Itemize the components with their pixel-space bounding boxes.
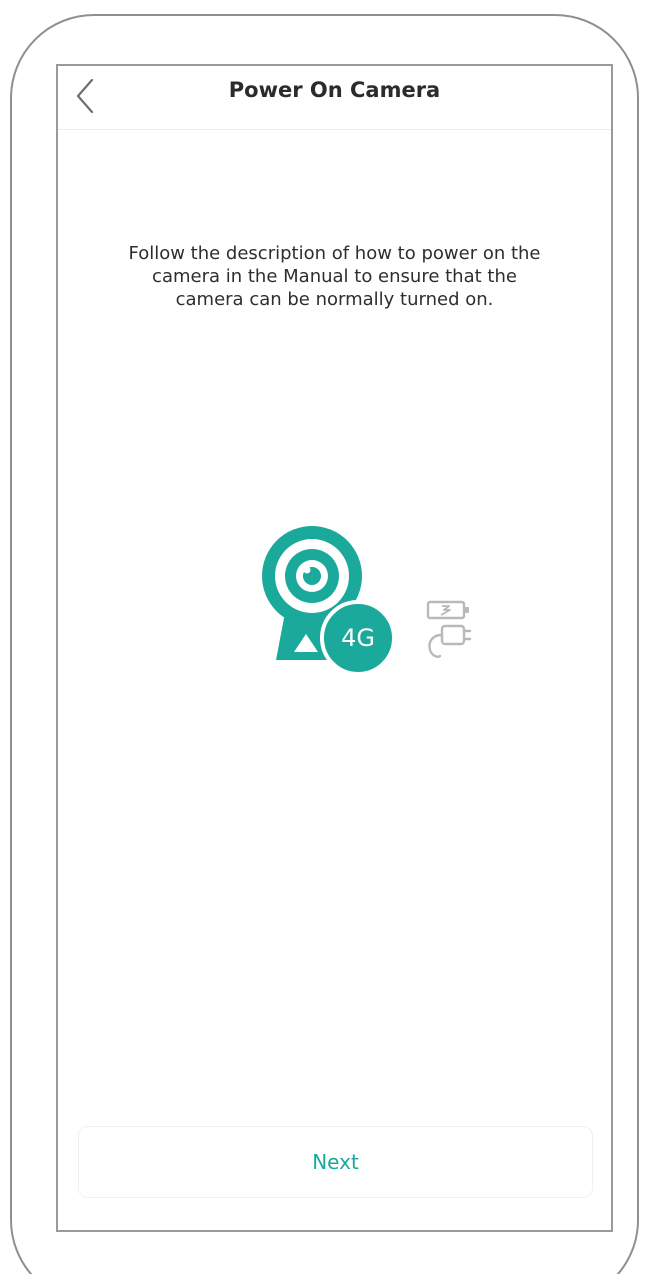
screen: Power On Camera Follow the description o… bbox=[56, 64, 613, 1232]
page-title: Power On Camera bbox=[228, 78, 441, 102]
next-button[interactable]: Next bbox=[78, 1126, 593, 1198]
power-on-illustration: 4G bbox=[248, 514, 488, 684]
app-viewport: Power On Camera Follow the description o… bbox=[0, 0, 649, 1274]
power-plug-icon bbox=[428, 624, 472, 658]
header-bar: Power On Camera bbox=[58, 66, 611, 130]
instruction-text: Follow the description of how to power o… bbox=[128, 243, 541, 310]
battery-icon bbox=[426, 600, 469, 620]
power-source-icons bbox=[426, 598, 476, 664]
4g-badge: 4G bbox=[320, 600, 396, 676]
